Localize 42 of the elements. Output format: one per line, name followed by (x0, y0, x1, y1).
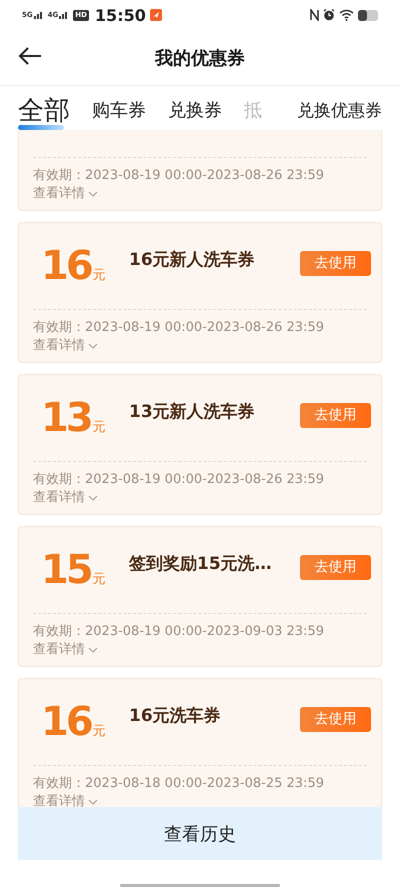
details-link[interactable]: 查看详情 (33, 337, 85, 355)
coupon-amount: 16元 (41, 244, 107, 288)
coupon-title: 签到奖励15元洗… (128, 552, 273, 574)
nfc-icon (310, 9, 319, 21)
coupon-amount: 16元 (41, 700, 107, 744)
coupon-title: 16元洗车券 (128, 704, 222, 726)
back-arrow-icon[interactable] (18, 46, 42, 66)
chevron-down-icon[interactable] (88, 343, 98, 349)
filter-tab[interactable]: 购车券 (92, 99, 146, 130)
chevron-down-icon[interactable] (88, 799, 98, 805)
validity-period: 有效期：2023-08-19 00:00-2023-09-03 23:59 (33, 623, 325, 641)
clock-time: 15:50 (94, 6, 146, 24)
chevron-down-icon[interactable] (88, 647, 98, 653)
validity-period: 有效期：2023-08-19 00:00-2023-08-26 23:59 (33, 319, 325, 337)
details-link[interactable]: 查看详情 (33, 489, 85, 507)
coupon-title: 16元新人洗车券 (128, 248, 256, 270)
app-notification-icon (150, 9, 162, 21)
view-history-button[interactable]: 查看历史 (18, 807, 382, 860)
signal-icon (34, 11, 44, 19)
battery-icon (358, 10, 378, 20)
filter-tab[interactable]: 抵 (244, 99, 262, 130)
details-link[interactable]: 查看详情 (33, 185, 85, 203)
validity-period: 有效期：2023-08-19 00:00-2023-08-26 23:59 (33, 471, 325, 489)
chevron-down-icon[interactable] (88, 191, 98, 197)
details-link[interactable]: 查看详情 (33, 641, 85, 659)
signal-icon (59, 11, 70, 19)
validity-period: 有效期：2023-08-18 00:00-2023-08-25 23:59 (33, 775, 325, 793)
coupon-title: 13元新人洗车券 (128, 400, 256, 422)
coupon-amount: 15元 (41, 548, 107, 592)
chevron-down-icon[interactable] (88, 495, 98, 501)
page-title: 我的优惠券 (155, 46, 245, 70)
details-link[interactable]: 查看详情 (33, 793, 85, 807)
coupon-amount: 13元 (41, 396, 107, 440)
use-button[interactable]: 去使用 (300, 250, 371, 276)
use-button[interactable]: 去使用 (300, 554, 371, 580)
validity-period: 有效期：2023-08-19 00:00-2023-08-26 23:59 (33, 167, 325, 185)
use-button[interactable]: 去使用 (300, 706, 371, 732)
use-button[interactable]: 去使用 (300, 402, 371, 428)
wifi-icon (339, 9, 354, 21)
alarm-icon (323, 9, 335, 21)
filter-tab[interactable]: 全部 (18, 96, 70, 130)
filter-tab[interactable]: 兑换券 (168, 99, 222, 130)
